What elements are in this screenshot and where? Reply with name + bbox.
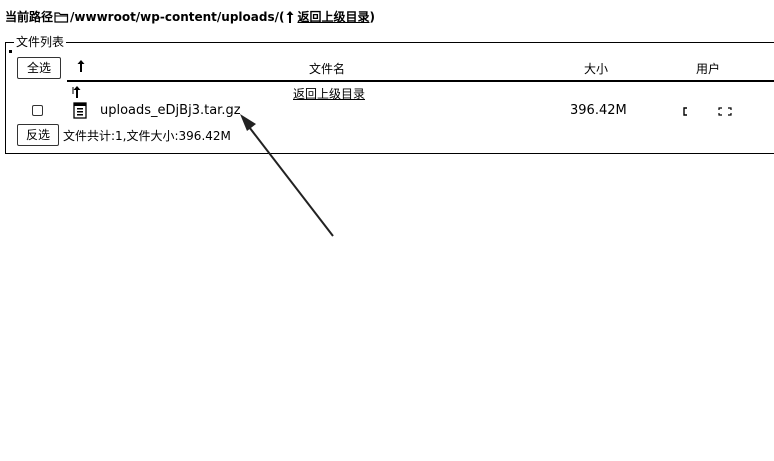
parent-directory-link[interactable]: 返回上级目录 (293, 85, 365, 102)
file-name-link[interactable]: uploads_eDjBj3.tar.gz (100, 103, 241, 118)
bracket-pair-icon[interactable] (718, 107, 732, 116)
file-checkbox[interactable] (32, 105, 43, 116)
file-size: 396.42M (570, 103, 627, 118)
up-arrow-icon[interactable] (72, 84, 82, 100)
column-header-name[interactable]: 文件名 (309, 60, 345, 77)
path-parent-link[interactable]: 返回上级目录 (297, 8, 369, 25)
header-divider (67, 80, 774, 82)
path-bar: 当前路径 /wwwroot/wp-content/uploads/( 返回上级目… (5, 8, 375, 25)
file-list-legend: 文件列表 (14, 34, 67, 50)
sort-up-arrow-icon[interactable] (76, 58, 86, 74)
up-arrow-icon[interactable] (285, 10, 295, 24)
bracket-icon[interactable] (683, 107, 689, 116)
path-close: ) (369, 9, 375, 24)
column-header-size[interactable]: 大小 (584, 60, 608, 77)
frame-corner-mark (9, 50, 12, 53)
archive-file-icon (73, 102, 87, 119)
file-manager-page: 当前路径 /wwwroot/wp-content/uploads/( 返回上级目… (0, 0, 774, 461)
folder-icon (54, 11, 69, 23)
path-value: /wwwroot/wp-content/uploads/( (70, 9, 285, 24)
invert-selection-button[interactable]: 反选 (17, 124, 59, 146)
select-all-button[interactable]: 全选 (17, 57, 61, 79)
path-label: 当前路径 (5, 10, 54, 24)
file-summary: 文件共计:1,文件大小:396.42M (63, 129, 231, 143)
column-header-user[interactable]: 用户 (696, 60, 720, 77)
